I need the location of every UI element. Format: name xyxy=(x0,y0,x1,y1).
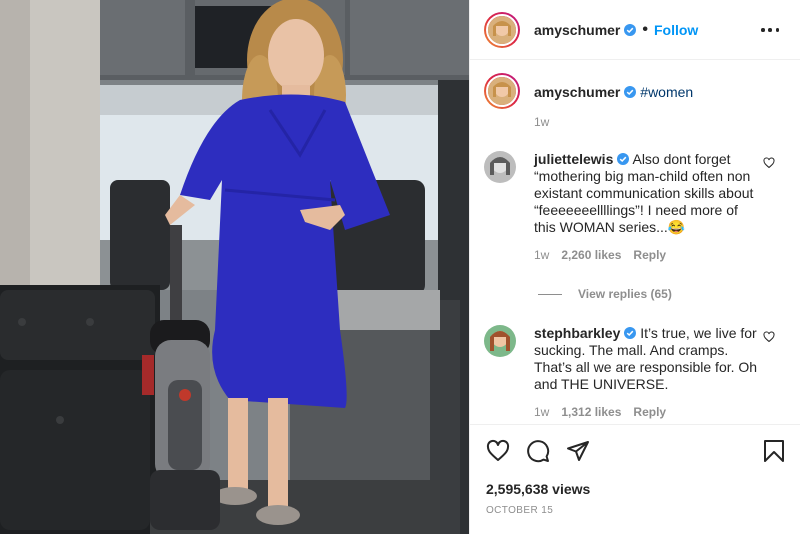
view-replies-button[interactable]: View replies (65) xyxy=(538,287,672,301)
more-options-icon[interactable] xyxy=(761,22,779,38)
post-header: amyschumer • Follow xyxy=(470,0,800,60)
comment-time[interactable]: 1w xyxy=(534,247,549,264)
caption-time[interactable]: 1w xyxy=(534,113,693,131)
commenter-username[interactable]: stephbarkley xyxy=(534,325,620,341)
separator-dot: • xyxy=(642,20,648,38)
bookmark-button[interactable] xyxy=(763,439,785,463)
share-icon[interactable] xyxy=(566,439,590,463)
verified-badge-icon xyxy=(624,23,637,36)
author-username[interactable]: amyschumer xyxy=(534,22,620,38)
commenter-username[interactable]: juliettelewis xyxy=(534,151,613,167)
post-video[interactable] xyxy=(0,0,469,534)
post-side-panel: amyschumer • Follow amyschumer #women 1w… xyxy=(469,0,800,534)
comment-item: stephbarkley It’s true, we live for suck… xyxy=(484,325,789,421)
commenter-avatar[interactable] xyxy=(484,151,516,183)
follow-button[interactable]: Follow xyxy=(654,22,698,38)
comment-text-block: juliettelewis Also dont forget “motherin… xyxy=(534,151,760,236)
verified-badge-icon xyxy=(624,86,637,98)
comment-time[interactable]: 1w xyxy=(534,404,549,421)
bookmark-icon xyxy=(764,440,784,462)
comment-likes[interactable]: 1,312 likes xyxy=(561,404,621,421)
comment-likes[interactable]: 2,260 likes xyxy=(561,247,621,264)
replies-divider xyxy=(538,293,562,295)
commenter-avatar[interactable] xyxy=(484,325,516,357)
view-replies-label: View replies (65) xyxy=(578,287,672,301)
comment-text-block: stephbarkley It’s true, we live for suck… xyxy=(534,325,760,393)
verified-badge-icon xyxy=(624,327,637,339)
like-heart-icon[interactable] xyxy=(486,439,510,463)
caption-avatar[interactable] xyxy=(484,73,520,109)
comment-like-heart-icon[interactable] xyxy=(763,157,775,169)
video-frame xyxy=(0,0,469,534)
post-actions: 2,595,638 views OCTOBER 15 xyxy=(470,424,800,534)
reply-button[interactable]: Reply xyxy=(633,247,666,264)
reply-button[interactable]: Reply xyxy=(633,404,666,421)
post-date[interactable]: OCTOBER 15 xyxy=(486,505,553,516)
instagram-post: amyschumer • Follow amyschumer #women 1w… xyxy=(0,0,800,534)
caption-username[interactable]: amyschumer xyxy=(534,84,620,100)
comment-item: juliettelewis Also dont forget “motherin… xyxy=(484,151,789,264)
comments-section[interactable]: amyschumer #women 1w juliettelewis Also … xyxy=(470,61,800,423)
view-count[interactable]: 2,595,638 views xyxy=(486,481,590,497)
commenter-avatar-image xyxy=(484,151,516,183)
comment-like-heart-icon[interactable] xyxy=(763,331,775,343)
author-avatar-image xyxy=(488,15,516,44)
verified-badge-icon xyxy=(617,153,630,165)
author-avatar[interactable] xyxy=(484,11,520,48)
comment-icon[interactable] xyxy=(526,439,550,463)
commenter-avatar-image xyxy=(484,325,516,357)
post-caption: amyschumer #women 1w xyxy=(484,73,784,131)
caption-hashtag[interactable]: #women xyxy=(640,84,693,100)
caption-avatar-image xyxy=(488,77,516,105)
